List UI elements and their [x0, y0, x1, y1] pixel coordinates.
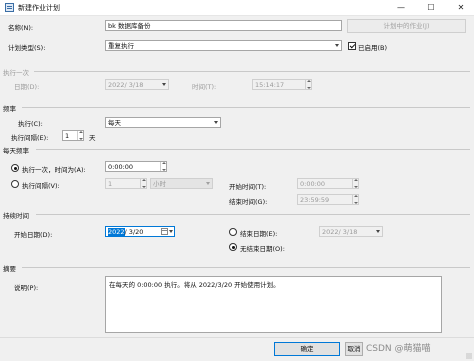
- occurs-once-time-value: 0:00:00: [108, 163, 134, 171]
- chevron-down-icon: [162, 83, 166, 86]
- spinner-icon: [352, 195, 358, 204]
- occurs-every-label: 执行间隔(V):: [22, 182, 60, 190]
- calendar-icon: [161, 228, 168, 235]
- recurs-every-label: 执行间隔(E):: [11, 134, 49, 142]
- spinner-icon[interactable]: [160, 162, 166, 171]
- start-time-value: 0:00:00: [300, 180, 326, 188]
- start-date-rest: / 3/20: [124, 228, 144, 236]
- name-label: 名称(N):: [8, 24, 34, 32]
- occurs-select[interactable]: 每天: [105, 117, 221, 128]
- start-time-label: 开始时间(T):: [229, 183, 267, 191]
- resize-grip-icon[interactable]: [466, 353, 472, 359]
- window-title: 新建作业计划: [18, 4, 60, 12]
- end-time-input[interactable]: 23:59:59: [297, 194, 359, 205]
- duration-section-label: 持续时间: [3, 212, 29, 220]
- one-time-date-label: 日期(D):: [14, 83, 40, 91]
- watermark-text: CSDN @萌猫喵: [366, 344, 431, 354]
- one-time-date-input[interactable]: 2022/ 3/18: [105, 79, 169, 90]
- enabled-label: 已启用(B): [358, 44, 388, 52]
- chevron-down-icon: [214, 121, 218, 124]
- end-date-label: 结束日期(E):: [240, 230, 278, 238]
- recurs-every-value: 1: [65, 132, 70, 140]
- spinner-icon: [140, 179, 146, 188]
- occurs-label: 执行(C):: [18, 120, 43, 128]
- chevron-down-icon: [376, 230, 380, 233]
- start-date-label: 开始日期(D):: [14, 231, 53, 239]
- chevron-down-icon: [335, 44, 339, 47]
- occurs-once-time-input[interactable]: 0:00:00: [105, 161, 167, 172]
- section-divider: [34, 71, 470, 72]
- end-time-value: 23:59:59: [300, 196, 330, 204]
- chevron-down-icon: [206, 182, 210, 185]
- occurs-once-label: 执行一次，时间为(A):: [22, 166, 86, 174]
- spinner-icon: [305, 80, 311, 89]
- schedule-type-value: 重复执行: [108, 42, 134, 50]
- description-text: 在每天的 0:00:00 执行。将从 2022/3/20 开始使用计划。: [109, 281, 280, 289]
- close-button[interactable]: ✕: [448, 0, 474, 16]
- end-date-radio[interactable]: [229, 228, 237, 236]
- cancel-button[interactable]: 取消: [345, 342, 363, 356]
- occurs-every-unit-select[interactable]: 小时: [150, 178, 213, 189]
- one-time-time-value: 15:14:17: [255, 81, 285, 89]
- spinner-icon: [352, 179, 358, 188]
- end-date-input[interactable]: 2022/ 3/18: [319, 226, 383, 237]
- section-divider: [36, 214, 470, 215]
- recurs-unit-label: 天: [89, 134, 96, 142]
- description-label: 说明(P):: [14, 284, 39, 292]
- enabled-checkbox[interactable]: [348, 42, 356, 50]
- occurs-every-unit-value: 小时: [153, 180, 166, 188]
- one-time-date-value: 2022/ 3/18: [108, 81, 144, 89]
- name-input[interactable]: bk 数据库备份: [105, 20, 342, 31]
- one-time-time-input[interactable]: 15:14:17: [252, 79, 312, 90]
- section-divider: [22, 267, 470, 268]
- start-date-input[interactable]: 2022/ 3/20: [105, 226, 175, 237]
- chevron-down-icon[interactable]: [169, 230, 173, 233]
- minimize-button[interactable]: —: [388, 0, 414, 16]
- no-end-date-radio[interactable]: [229, 243, 237, 251]
- schedule-window-icon: [5, 3, 14, 12]
- schedule-type-select[interactable]: 重复执行: [105, 40, 342, 51]
- one-time-time-label: 时间(T):: [192, 83, 217, 91]
- no-end-date-label: 无结束日期(O):: [240, 245, 285, 253]
- one-time-section-label: 执行一次: [3, 69, 29, 77]
- occurs-once-radio[interactable]: [11, 164, 19, 172]
- maximize-button[interactable]: ☐: [418, 0, 444, 16]
- frequency-section-label: 频率: [3, 105, 16, 113]
- section-divider: [22, 107, 470, 108]
- end-date-value: 2022/ 3/18: [322, 228, 358, 236]
- description-textarea[interactable]: 在每天的 0:00:00 执行。将从 2022/3/20 开始使用计划。: [105, 276, 442, 333]
- occurs-every-input[interactable]: 1: [105, 178, 147, 189]
- schedule-type-label: 计划类型(S):: [8, 44, 46, 52]
- occurs-every-radio[interactable]: [11, 180, 19, 188]
- end-time-label: 结束时间(G):: [229, 198, 268, 206]
- scheduled-jobs-button[interactable]: 计划中的作业(J): [347, 19, 466, 33]
- ok-button[interactable]: 确定: [274, 342, 340, 356]
- section-divider: [36, 149, 470, 150]
- recurs-every-input[interactable]: 1: [62, 130, 84, 141]
- start-time-input[interactable]: 0:00:00: [297, 178, 359, 189]
- start-date-year: 2022: [108, 228, 125, 236]
- occurs-every-value: 1: [108, 180, 113, 188]
- summary-section-label: 摘要: [3, 265, 16, 273]
- daily-frequency-section-label: 每天频率: [3, 147, 29, 155]
- spinner-icon[interactable]: [77, 131, 83, 140]
- footer-divider: [0, 337, 474, 338]
- occurs-value: 每天: [108, 119, 121, 127]
